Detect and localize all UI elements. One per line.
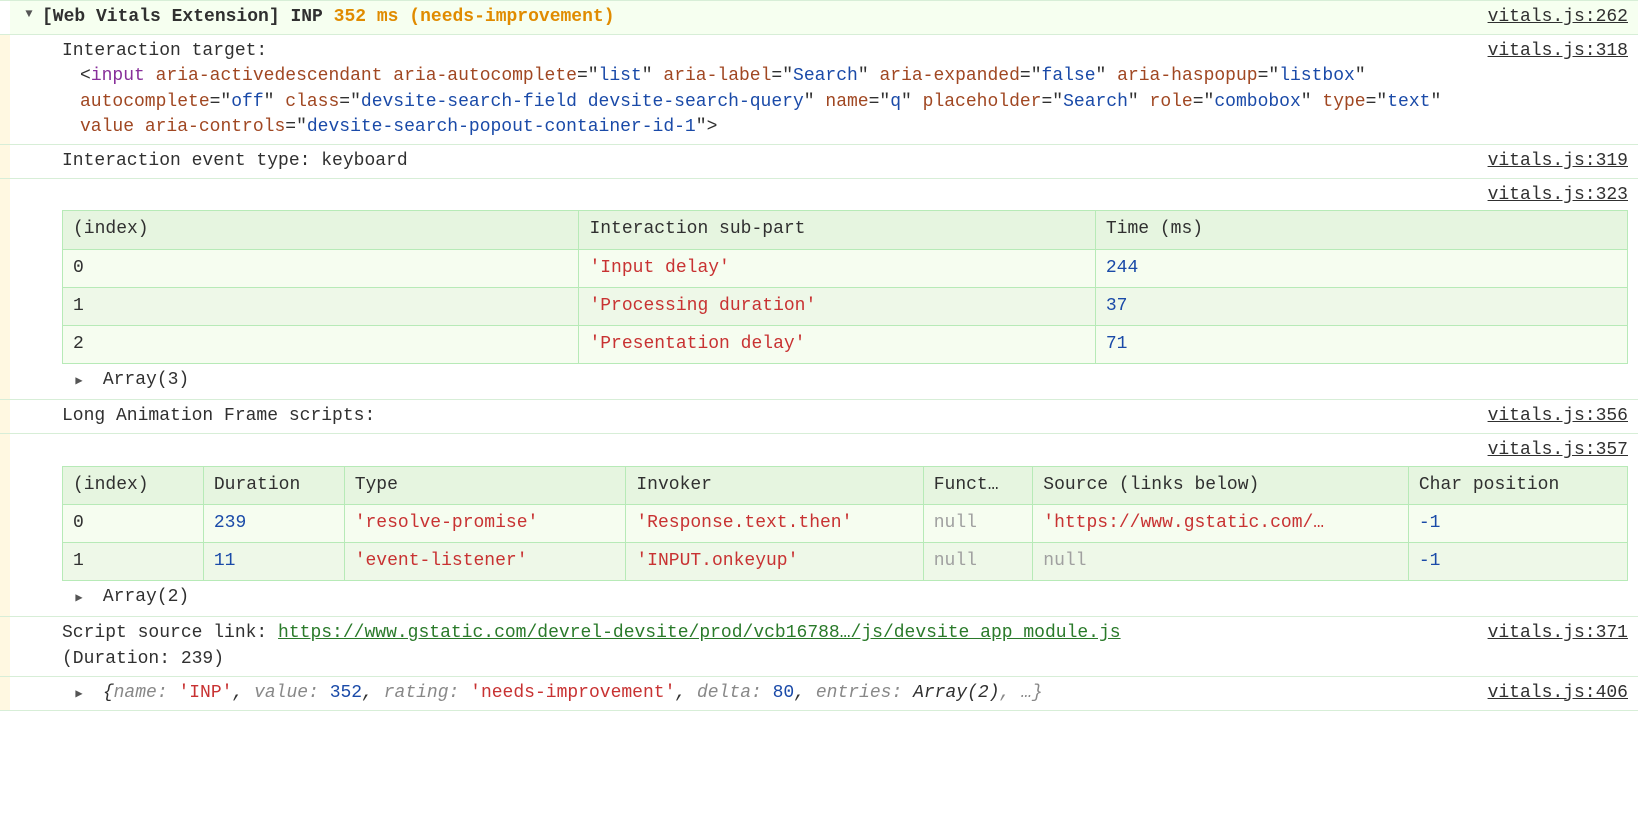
table-row: 1'Processing duration'37 [63,287,1628,325]
table-cell: 11 [203,543,344,581]
disclosure-triangle-icon[interactable] [70,681,88,706]
metric-value: 352 ms (needs-improvement) [334,7,615,27]
source-link[interactable]: vitals.js:262 [1488,7,1628,27]
table-cell: 'INPUT.onkeyup' [626,543,923,581]
script-source-prefix: Script source link: [62,623,278,643]
table-header: Type [344,466,626,504]
table-header: Invoker [626,466,923,504]
event-type-text: Interaction event type: keyboard [62,149,1472,174]
table-header: Interaction sub-part [579,211,1095,249]
table-cell: 71 [1095,325,1627,363]
table-cell: 1 [63,543,204,581]
table-cell: 'event-listener' [344,543,626,581]
interaction-target-label: Interaction target: [62,39,1472,64]
table-cell: null [923,504,1033,542]
source-link[interactable]: vitals.js:323 [1488,185,1628,205]
table-cell: 'resolve-promise' [344,504,626,542]
table-row: 2'Presentation delay'71 [63,325,1628,363]
array-summary[interactable]: Array(2) [103,587,189,607]
table-cell: null [1033,543,1409,581]
console-message: Interaction event type: keyboard vitals.… [0,145,1638,179]
console-table: vitals.js:323 (index)Interaction sub-par… [0,179,1638,400]
loaf-label: Long Animation Frame scripts: [62,404,1472,429]
console-output: [Web Vitals Extension] INP 352 ms (needs… [0,0,1638,711]
table-header: Char position [1408,466,1627,504]
object-summary[interactable]: {name: 'INP', value: 352, rating: 'needs… [103,683,1043,703]
console-table: vitals.js:357 (index)DurationTypeInvoker… [0,434,1638,617]
source-link[interactable]: vitals.js:371 [1488,623,1628,643]
table-cell: 'Response.text.then' [626,504,923,542]
table-header: Funct… [923,466,1033,504]
table-header: Duration [203,466,344,504]
table-header: (index) [63,466,204,504]
source-link[interactable]: vitals.js:318 [1488,41,1628,61]
disclosure-triangle-icon[interactable] [20,1,38,26]
table-cell: 'Input delay' [579,249,1095,287]
table-cell: 0 [63,504,204,542]
console-object[interactable]: {name: 'INP', value: 352, rating: 'needs… [0,677,1638,711]
table-cell: 'Processing duration' [579,287,1095,325]
table-cell: null [923,543,1033,581]
table-row: 111'event-listener''INPUT.onkeyup'nullnu… [63,543,1628,581]
table-row: 0'Input delay'244 [63,249,1628,287]
script-source-duration: (Duration: 239) [62,649,224,669]
table-cell: 'Presentation delay' [579,325,1095,363]
source-link[interactable]: vitals.js:406 [1488,683,1628,703]
loaf-scripts-table: (index)DurationTypeInvokerFunct…Source (… [62,466,1628,582]
table-cell: -1 [1408,504,1627,542]
console-message: Script source link: https://www.gstatic.… [0,617,1638,676]
table-cell: 37 [1095,287,1627,325]
metric-name: INP [290,7,322,27]
source-link[interactable]: vitals.js:319 [1488,151,1628,171]
target-element-html: <input aria-activedescendant aria-autoco… [62,64,1472,140]
disclosure-triangle-icon[interactable] [70,368,88,393]
disclosure-triangle-icon[interactable] [70,585,88,610]
table-header: Source (links below) [1033,466,1409,504]
table-cell: 0 [63,249,579,287]
table-header: (index) [63,211,579,249]
table-cell: 'https://www.gstatic.com/… [1033,504,1409,542]
script-source-url[interactable]: https://www.gstatic.com/devrel-devsite/p… [278,623,1121,643]
table-header: Time (ms) [1095,211,1627,249]
table-cell: 2 [63,325,579,363]
source-link[interactable]: vitals.js:356 [1488,406,1628,426]
interaction-subpart-table: (index)Interaction sub-partTime (ms)0'In… [62,210,1628,364]
console-message: Long Animation Frame scripts: vitals.js:… [0,400,1638,434]
log-prefix: [Web Vitals Extension] [42,7,280,27]
table-cell: 1 [63,287,579,325]
array-summary[interactable]: Array(3) [103,370,189,390]
table-cell: -1 [1408,543,1627,581]
console-group-header[interactable]: [Web Vitals Extension] INP 352 ms (needs… [0,0,1638,35]
console-message: Interaction target: <input aria-activede… [0,35,1638,145]
source-link[interactable]: vitals.js:357 [1488,440,1628,460]
table-row: 0239'resolve-promise''Response.text.then… [63,504,1628,542]
table-cell: 239 [203,504,344,542]
table-cell: 244 [1095,249,1627,287]
